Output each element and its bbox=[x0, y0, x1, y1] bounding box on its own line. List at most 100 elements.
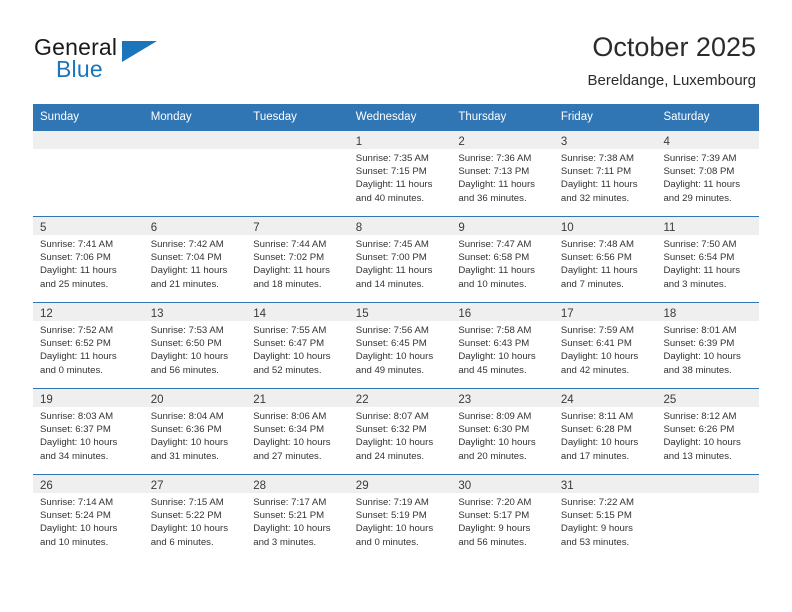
daylight-text-line1: Daylight: 11 hours bbox=[40, 351, 117, 363]
calendar-day-cell[interactable]: 26 Sunrise: 7:14 AM Sunset: 5:24 PM Dayligh… bbox=[33, 474, 144, 560]
calendar-day-cell[interactable]: 15 Sunrise: 7:56 AM Sunset: 6:45 PM Dayligh… bbox=[348, 302, 452, 389]
calendar-day-cell[interactable]: 21 Sunrise: 8:06 AM Sunset: 6:34 PM Dayligh… bbox=[246, 388, 349, 475]
calendar-day-cell[interactable]: 16 Sunrise: 7:58 AM Sunset: 6:43 PM Dayligh… bbox=[451, 302, 554, 389]
day-number-bar: 23 bbox=[451, 389, 554, 407]
calendar-day-cell[interactable]: 4 Sunrise: 7:39 AM Sunset: 7:08 PM Daylight… bbox=[656, 130, 759, 217]
sunrise-text: Sunrise: 8:03 AM bbox=[40, 411, 114, 422]
day-number: 23 bbox=[458, 394, 472, 406]
sunset-text: Sunset: 6:58 PM bbox=[458, 252, 530, 264]
day-details: Sunrise: 7:47 AM Sunset: 6:58 PM Daylight:… bbox=[451, 235, 554, 291]
calendar-day-cell[interactable]: 28 Sunrise: 7:17 AM Sunset: 5:21 PM Dayligh… bbox=[246, 474, 349, 560]
sunset-text: Sunset: 6:41 PM bbox=[560, 338, 632, 350]
day-number-bar: 4 bbox=[656, 131, 759, 149]
calendar-day-cell[interactable]: 12 Sunrise: 7:52 AM Sunset: 6:52 PM Dayligh… bbox=[33, 302, 144, 389]
day-details: Sunrise: 7:59 AM Sunset: 6:41 PM Daylight:… bbox=[554, 321, 657, 377]
sunset-text: Sunset: 5:22 PM bbox=[150, 510, 222, 522]
day-number-bar: 17 bbox=[553, 303, 657, 321]
sunset-text: Sunset: 6:30 PM bbox=[458, 424, 530, 436]
day-number-bar: 30 bbox=[451, 475, 554, 493]
calendar-day-cell[interactable]: 2 Sunrise: 7:36 AM Sunset: 7:13 PM Daylight… bbox=[451, 130, 554, 217]
calendar-week-row: 5 Sunrise: 7:41 AM Sunset: 7:06 PM Daylight… bbox=[33, 216, 759, 303]
sunset-text: Sunset: 7:08 PM bbox=[663, 166, 735, 178]
daylight-text-line2: and 25 minutes. bbox=[40, 278, 109, 290]
day-details: Sunrise: 7:53 AM Sunset: 6:50 PM Daylight:… bbox=[144, 321, 247, 377]
sunset-text: Sunset: 6:32 PM bbox=[355, 424, 427, 436]
daylight-text-line1: Daylight: 10 hours bbox=[253, 437, 331, 449]
sunset-text: Sunset: 5:15 PM bbox=[560, 510, 632, 522]
day-number-bar: 16 bbox=[451, 303, 554, 321]
sunset-text: Sunset: 7:02 PM bbox=[253, 252, 325, 264]
calendar-day-cell[interactable]: 25 Sunrise: 8:12 AM Sunset: 6:26 PM Dayligh… bbox=[656, 388, 759, 475]
sunset-text: Sunset: 6:34 PM bbox=[253, 424, 325, 436]
daylight-text-line2: and 32 minutes. bbox=[560, 192, 630, 204]
day-details: Sunrise: 7:58 AM Sunset: 6:43 PM Daylight:… bbox=[451, 321, 554, 377]
sunrise-text: Sunrise: 7:15 AM bbox=[150, 497, 224, 508]
calendar-day-cell-empty bbox=[656, 474, 759, 560]
sunset-text: Sunset: 6:47 PM bbox=[253, 338, 325, 350]
calendar-day-cell[interactable]: 14 Sunrise: 7:55 AM Sunset: 6:47 PM Dayligh… bbox=[246, 302, 349, 389]
day-number: 8 bbox=[355, 222, 363, 234]
calendar-day-cell[interactable]: 31 Sunrise: 7:22 AM Sunset: 5:15 PM Dayligh… bbox=[553, 474, 657, 560]
daylight-text-line1: Daylight: 10 hours bbox=[253, 523, 331, 535]
calendar-day-cell[interactable]: 30 Sunrise: 7:20 AM Sunset: 5:17 PM Dayligh… bbox=[451, 474, 554, 560]
day-details: Sunrise: 8:04 AM Sunset: 6:36 PM Daylight:… bbox=[144, 407, 247, 463]
daylight-text-line2: and 56 minutes. bbox=[458, 536, 527, 548]
calendar-day-cell[interactable]: 20 Sunrise: 8:04 AM Sunset: 6:36 PM Dayligh… bbox=[143, 388, 247, 475]
triangle-logo-icon bbox=[122, 41, 157, 62]
brand-logo[interactable]: General Blue bbox=[34, 34, 234, 88]
calendar-day-cell[interactable]: 3 Sunrise: 7:38 AM Sunset: 7:11 PM Daylight… bbox=[553, 130, 657, 217]
daylight-text-line2: and 53 minutes. bbox=[560, 536, 630, 548]
day-number: 14 bbox=[253, 308, 267, 320]
calendar-day-cell[interactable]: 22 Sunrise: 8:07 AM Sunset: 6:32 PM Dayligh… bbox=[348, 388, 452, 475]
daylight-text-line1: Daylight: 10 hours bbox=[253, 351, 331, 363]
day-number: 31 bbox=[560, 480, 574, 492]
day-number: 13 bbox=[150, 308, 164, 320]
calendar-day-cell[interactable]: 18 Sunrise: 8:01 AM Sunset: 6:39 PM Dayligh… bbox=[656, 302, 759, 389]
day-number-bar: 24 bbox=[553, 389, 657, 407]
daylight-text-line2: and 18 minutes. bbox=[253, 278, 322, 290]
calendar-day-cell[interactable]: 7 Sunrise: 7:44 AM Sunset: 7:02 PM Daylight… bbox=[246, 216, 349, 303]
day-number: 22 bbox=[355, 394, 369, 406]
calendar-day-cell[interactable]: 13 Sunrise: 7:53 AM Sunset: 6:50 PM Dayligh… bbox=[143, 302, 247, 389]
calendar-day-cell[interactable]: 19 Sunrise: 8:03 AM Sunset: 6:37 PM Dayligh… bbox=[33, 388, 144, 475]
day-number-bar: 25 bbox=[656, 389, 759, 407]
calendar-day-cell[interactable]: 8 Sunrise: 7:45 AM Sunset: 7:00 PM Daylight… bbox=[348, 216, 452, 303]
day-number-bar: 9 bbox=[451, 217, 554, 235]
sunset-text: Sunset: 5:17 PM bbox=[458, 510, 530, 522]
daylight-text-line2: and 3 minutes. bbox=[663, 278, 727, 290]
calendar-day-cell[interactable]: 24 Sunrise: 8:11 AM Sunset: 6:28 PM Dayligh… bbox=[553, 388, 657, 475]
sunset-text: Sunset: 6:43 PM bbox=[458, 338, 530, 350]
calendar-day-cell[interactable]: 5 Sunrise: 7:41 AM Sunset: 7:06 PM Daylight… bbox=[33, 216, 144, 303]
sunrise-text: Sunrise: 7:53 AM bbox=[150, 325, 224, 336]
day-number-bar: 7 bbox=[246, 217, 349, 235]
sunset-text: Sunset: 6:39 PM bbox=[663, 338, 735, 350]
calendar-day-cell[interactable]: 6 Sunrise: 7:42 AM Sunset: 7:04 PM Daylight… bbox=[143, 216, 247, 303]
day-number: 30 bbox=[458, 480, 472, 492]
calendar-day-cell[interactable]: 11 Sunrise: 7:50 AM Sunset: 6:54 PM Dayligh… bbox=[656, 216, 759, 303]
calendar-day-cell[interactable]: 1 Sunrise: 7:35 AM Sunset: 7:15 PM Daylight… bbox=[348, 130, 452, 217]
daylight-text-line1: Daylight: 10 hours bbox=[663, 351, 741, 363]
calendar-day-cell[interactable]: 29 Sunrise: 7:19 AM Sunset: 5:19 PM Dayligh… bbox=[348, 474, 452, 560]
day-details: Sunrise: 7:38 AM Sunset: 7:11 PM Daylight:… bbox=[554, 149, 657, 205]
sunset-text: Sunset: 7:11 PM bbox=[560, 166, 632, 178]
day-number-bar bbox=[656, 475, 759, 493]
calendar-week-row: 26 Sunrise: 7:14 AM Sunset: 5:24 PM Dayligh… bbox=[33, 474, 759, 560]
day-number: 18 bbox=[663, 308, 677, 320]
daylight-text-line2: and 24 minutes. bbox=[355, 450, 425, 462]
calendar-day-cell[interactable]: 27 Sunrise: 7:15 AM Sunset: 5:22 PM Dayligh… bbox=[143, 474, 247, 560]
day-number-bar: 6 bbox=[143, 217, 247, 235]
sunrise-text: Sunrise: 7:47 AM bbox=[458, 239, 532, 250]
calendar-day-cell[interactable]: 9 Sunrise: 7:47 AM Sunset: 6:58 PM Daylight… bbox=[451, 216, 554, 303]
calendar-day-cell[interactable]: 17 Sunrise: 7:59 AM Sunset: 6:41 PM Dayligh… bbox=[553, 302, 657, 389]
calendar-day-cell[interactable]: 10 Sunrise: 7:48 AM Sunset: 6:56 PM Dayligh… bbox=[553, 216, 657, 303]
sunrise-text: Sunrise: 8:07 AM bbox=[355, 411, 429, 422]
sunset-text: Sunset: 6:37 PM bbox=[40, 424, 111, 436]
calendar-day-cell[interactable]: 23 Sunrise: 8:09 AM Sunset: 6:30 PM Dayligh… bbox=[451, 388, 554, 475]
day-number-bar: 28 bbox=[246, 475, 349, 493]
day-details: Sunrise: 7:45 AM Sunset: 7:00 PM Daylight:… bbox=[349, 235, 452, 291]
daylight-text-line2: and 34 minutes. bbox=[40, 450, 109, 462]
day-number-bar bbox=[246, 131, 349, 149]
day-details: Sunrise: 8:01 AM Sunset: 6:39 PM Daylight:… bbox=[656, 321, 759, 377]
sunset-text: Sunset: 6:36 PM bbox=[150, 424, 222, 436]
day-number: 5 bbox=[40, 222, 47, 234]
